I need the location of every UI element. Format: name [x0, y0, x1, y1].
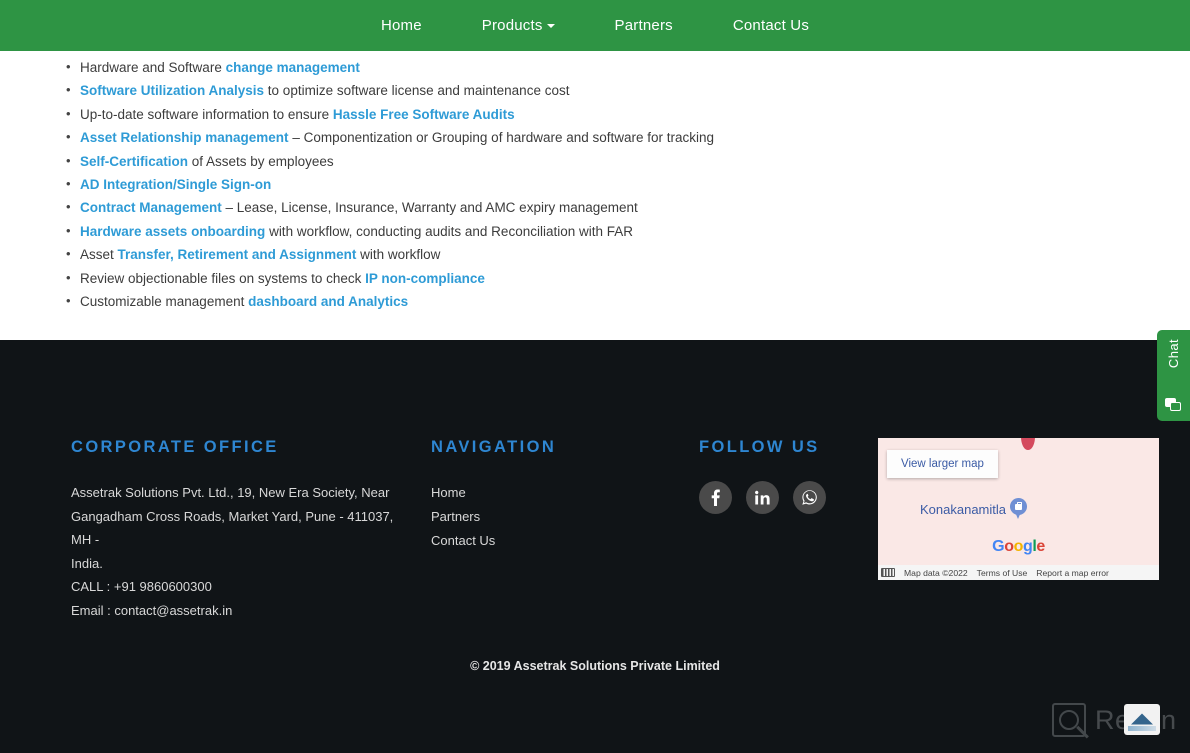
feature-link[interactable]: Self-Certification: [80, 154, 188, 169]
scroll-to-top-button[interactable]: [1124, 704, 1160, 735]
address-line-2: Gangadham Cross Roads, Market Yard, Pune…: [71, 508, 394, 548]
map-attribution-bar: Map data ©2022 Terms of Use Report a map…: [878, 565, 1159, 580]
chat-widget-label: Chat: [1166, 339, 1181, 369]
feature-text: – Lease, License, Insurance, Warranty an…: [221, 200, 638, 216]
feature-list-item: AD Integration/Single Sign-on: [66, 172, 1190, 196]
feature-text: with workflow, conducting audits and Rec…: [265, 223, 633, 239]
report-map-error-link[interactable]: Report a map error: [1036, 568, 1109, 578]
google-map-embed[interactable]: View larger map Konakanamitla Google Map: [878, 438, 1159, 580]
feature-link[interactable]: Contract Management: [80, 200, 222, 215]
map-data-label: Map data ©2022: [904, 567, 968, 578]
feature-list: Hardware and Software change managementS…: [66, 55, 1190, 313]
feature-text: Hardware and Software: [80, 60, 226, 75]
nav-item-partners[interactable]: Partners: [585, 0, 703, 51]
email-address: Email : contact@assetrak.in: [71, 602, 233, 618]
social-icon-list: [699, 481, 869, 514]
map-poi-marker-icon: [1010, 498, 1027, 520]
footer-column-navigation: NAVIGATION Home Partners Contact Us: [431, 438, 681, 552]
linkedin-icon[interactable]: [746, 481, 779, 514]
page-root: Home Products Partners Contact Us Hardwa…: [0, 0, 1190, 753]
feature-link[interactable]: Transfer, Retirement and Assignment: [118, 247, 357, 262]
feature-list-item: Review objectionable files on systems to…: [66, 266, 1190, 290]
footer-column-our-location: OUR LOCATION View larger map Konakanamit…: [878, 438, 1178, 580]
address-line-3: India.: [71, 555, 103, 571]
feature-text: of Assets by employees: [188, 153, 334, 169]
corporate-address: Assetrak Solutions Pvt. Ltd., 19, New Er…: [71, 481, 396, 623]
footer-column-corporate-office: CORPORATE OFFICE Assetrak Solutions Pvt.…: [71, 438, 401, 623]
terms-of-use-link[interactable]: Terms of Use: [977, 568, 1028, 578]
corporate-office-heading: CORPORATE OFFICE: [71, 438, 279, 456]
feature-text: Review objectionable files on systems to…: [80, 270, 366, 286]
copyright-text: © 2019 Assetrak Solutions Private Limite…: [470, 659, 720, 673]
footer-link-contact-us[interactable]: Contact Us: [431, 529, 681, 553]
feature-text: Asset: [80, 247, 118, 263]
feature-list-item: Contract Management – Lease, License, In…: [66, 195, 1190, 219]
view-larger-map-button[interactable]: View larger map: [887, 450, 998, 478]
footer-column-follow-us: FOLLOW US: [699, 438, 869, 514]
feature-list-item: Hardware and Software change management: [66, 55, 1190, 79]
feature-link[interactable]: dashboard and Analytics: [248, 294, 408, 309]
google-logo-letter: e: [1036, 538, 1045, 555]
google-logo: Google: [992, 538, 1045, 556]
chevron-up-icon: [1131, 713, 1153, 725]
nav-item-contact-us-label: Contact Us: [732, 17, 810, 34]
feature-link[interactable]: AD Integration/Single Sign-on: [80, 177, 271, 192]
feature-text: Customizable management: [80, 294, 249, 310]
map-poi-label: Konakanamitla: [920, 501, 1006, 517]
scroll-to-top-base: [1128, 726, 1156, 731]
feature-list-item: Customizable management dashboard and An…: [66, 289, 1190, 313]
nav-item-partners-label: Partners: [614, 17, 673, 34]
feature-list-item: Up-to-date software information to ensur…: [66, 102, 1190, 126]
follow-us-heading: FOLLOW US: [699, 438, 820, 456]
feature-link[interactable]: Software Utilization Analysis: [80, 83, 264, 98]
footer-link-home[interactable]: Home: [431, 481, 681, 505]
map-poi: Konakanamitla: [920, 498, 1027, 520]
chevron-down-icon: [546, 24, 555, 29]
chat-widget-button[interactable]: Chat: [1157, 330, 1190, 421]
feature-list-item: Self-Certification of Assets by employee…: [66, 149, 1190, 173]
feature-link[interactable]: Hassle Free Software Audits: [333, 107, 515, 122]
google-logo-letter: G: [992, 538, 1005, 555]
keyboard-shortcuts-icon[interactable]: [881, 568, 895, 577]
feature-list-item: Asset Relationship management – Componen…: [66, 125, 1190, 149]
chat-bubble-icon: [1165, 398, 1182, 413]
nav-item-products-label: Products: [481, 17, 543, 34]
nav-item-home[interactable]: Home: [351, 0, 452, 51]
google-logo-letter: g: [1022, 538, 1033, 555]
main-content: Hardware and Software change managementS…: [0, 51, 1190, 340]
feature-link[interactable]: Asset Relationship management: [80, 130, 289, 145]
map-location-pin-icon: [1021, 438, 1035, 450]
navigation-heading: NAVIGATION: [431, 438, 557, 456]
google-logo-letter: o: [1013, 538, 1024, 555]
nav-item-products[interactable]: Products: [452, 0, 585, 51]
whatsapp-icon[interactable]: [793, 481, 826, 514]
feature-list-item: Asset Transfer, Retirement and Assignmen…: [66, 242, 1190, 266]
feature-list-item: Hardware assets onboarding with workflow…: [66, 219, 1190, 243]
address-line-1: Assetrak Solutions Pvt. Ltd., 19, New Er…: [71, 485, 390, 500]
feature-link[interactable]: Hardware assets onboarding: [80, 224, 265, 239]
facebook-icon[interactable]: [699, 481, 732, 514]
nav-item-list: Home Products Partners Contact Us: [351, 0, 839, 51]
footer-link-partners[interactable]: Partners: [431, 505, 681, 529]
feature-text: to optimize software license and mainten…: [264, 83, 570, 99]
feature-text: with workflow: [356, 247, 441, 263]
nav-item-contact-us[interactable]: Contact Us: [703, 0, 839, 51]
nav-item-home-label: Home: [380, 17, 422, 34]
feature-link[interactable]: change management: [226, 60, 360, 75]
top-navbar: Home Products Partners Contact Us: [0, 0, 1190, 51]
feature-text: – Componentization or Grouping of hardwa…: [288, 130, 715, 146]
phone-number: CALL : +91 9860600300: [71, 579, 212, 595]
feature-text: Up-to-date software information to ensur…: [80, 106, 333, 122]
feature-list-item: Software Utilization Analysis to optimiz…: [66, 78, 1190, 102]
site-footer: CORPORATE OFFICE Assetrak Solutions Pvt.…: [0, 340, 1190, 753]
feature-link[interactable]: IP non-compliance: [365, 271, 485, 286]
